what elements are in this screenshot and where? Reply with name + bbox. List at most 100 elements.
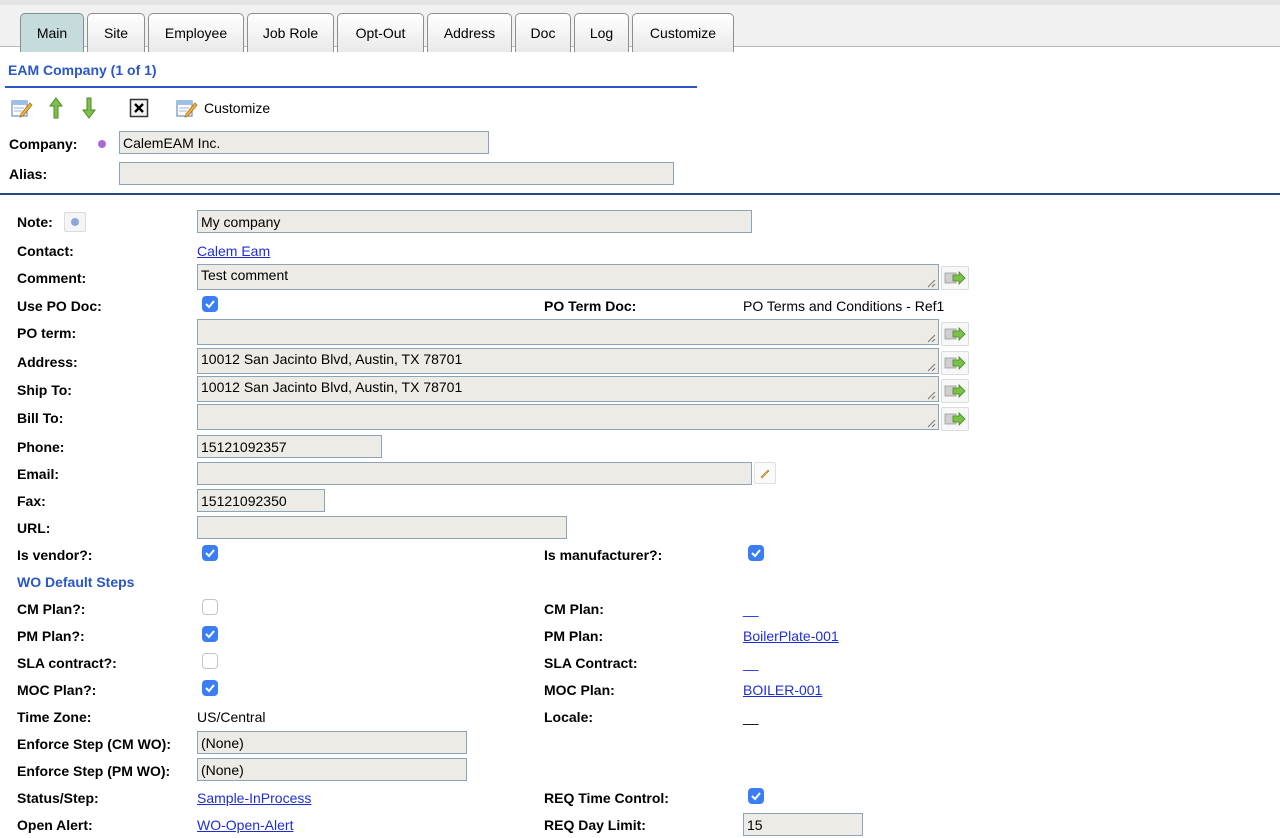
po-term-go-button[interactable] [941,322,969,346]
po-term-textarea[interactable] [197,319,939,345]
ship-to-go-button[interactable] [941,379,969,403]
tab-label: Customize [649,25,717,41]
email-input[interactable] [197,462,752,485]
note-info-button[interactable] [64,212,86,232]
tab-employee[interactable]: Employee [148,13,244,52]
forward-arrow-icon [944,412,966,426]
ship-to-textarea[interactable]: 10012 San Jacinto Blvd, Austin, TX 78701 [197,376,939,402]
required-dot-icon [98,140,106,148]
alias-input[interactable] [119,162,674,185]
is-manufacturer-checkbox[interactable] [748,545,764,561]
bill-to-textarea[interactable] [197,404,939,430]
next-record-button[interactable] [78,96,100,120]
edit-button[interactable] [9,96,35,120]
forward-arrow-icon [944,384,966,398]
moc-plan-link[interactable]: BOILER-001 [743,682,822,698]
bill-to-label: Bill To: [17,410,64,426]
comment-go-button[interactable] [941,266,969,290]
note-input[interactable] [197,210,752,233]
phone-input[interactable] [197,435,382,458]
address-label: Address: [17,354,78,370]
previous-record-button[interactable] [45,96,67,120]
tab-label: Employee [164,25,228,41]
enforce-cm-input[interactable] [197,731,467,754]
comment-textarea[interactable]: Test comment [197,264,939,290]
use-po-doc-checkbox[interactable] [202,296,218,312]
sla-contract-checkbox[interactable] [202,653,218,669]
status-step-link[interactable]: Sample-InProcess [197,790,311,806]
contact-label: Contact: [17,243,74,259]
is-manufacturer-label: Is manufacturer?: [544,547,663,563]
tab-log[interactable]: Log [574,13,629,52]
customize-button[interactable]: Customize [176,96,280,120]
is-vendor-checkbox[interactable] [202,545,218,561]
po-term-doc-label: PO Term Doc: [544,298,637,314]
company-label: Company: [9,136,78,152]
tab-bar: Main Site Employee Job Role Opt-Out Addr… [0,0,1280,52]
tab-doc[interactable]: Doc [515,13,571,52]
tab-customize[interactable]: Customize [632,13,734,52]
req-time-control-label: REQ Time Control: [544,790,669,806]
pm-plan-checkbox[interactable] [202,626,218,642]
cm-plan-link[interactable]: __ [743,601,759,617]
delete-button[interactable] [127,96,151,120]
arrow-up-icon [49,97,63,119]
moc-plan-checkbox[interactable] [202,680,218,696]
url-input[interactable] [197,516,567,539]
resize-grip-icon [927,391,936,400]
title-underline [5,86,697,88]
email-compose-button[interactable] [754,462,776,484]
edit-icon [11,100,33,118]
checkmark-icon [205,630,215,639]
po-term-doc-value: PO Terms and Conditions - Ref1 [743,298,945,314]
checkmark-icon [205,300,215,309]
moc-flag-label: MOC Plan?: [17,682,97,698]
pm-plan-link[interactable]: BoilerPlate-001 [743,628,839,644]
tab-label: Address [443,25,496,41]
resize-grip-icon [927,334,936,343]
enforce-pm-input[interactable] [197,758,467,781]
tab-main[interactable]: Main [20,13,84,52]
fax-label: Fax: [17,493,46,509]
use-po-doc-label: Use PO Doc: [17,298,102,314]
contact-link[interactable]: Calem Eam [197,243,270,259]
company-input[interactable] [119,131,489,154]
address-go-button[interactable] [941,351,969,375]
open-alert-label: Open Alert: [17,817,93,833]
moc-plan-label: MOC Plan: [544,682,615,698]
cm-plan-label: CM Plan: [544,601,604,617]
phone-label: Phone: [17,439,65,455]
checkmark-icon [751,549,761,558]
tab-site[interactable]: Site [87,13,145,52]
forward-arrow-icon [944,327,966,341]
open-alert-link[interactable]: WO-Open-Alert [197,817,293,833]
pm-plan-flag-label: PM Plan?: [17,628,85,644]
alias-label: Alias: [9,166,48,182]
enforce-pm-label: Enforce Step (PM WO): [17,763,171,779]
address-textarea[interactable]: 10012 San Jacinto Blvd, Austin, TX 78701 [197,348,939,374]
req-day-limit-input[interactable] [743,813,863,836]
bill-to-go-button[interactable] [941,407,969,431]
checkmark-icon [205,549,215,558]
tab-address[interactable]: Address [427,13,512,52]
tab-opt-out[interactable]: Opt-Out [337,13,424,52]
checkmark-icon [751,792,761,801]
resize-grip-icon [927,419,936,428]
record-title: EAM Company (1 of 1) [8,62,157,78]
cm-plan-checkbox[interactable] [202,599,218,615]
arrow-down-icon [82,97,96,119]
req-time-control-checkbox[interactable] [748,788,764,804]
sla-contract-link[interactable]: __ [743,655,759,671]
locale-label: Locale: [544,709,594,725]
fax-input[interactable] [197,489,325,512]
tab-job-role[interactable]: Job Role [247,13,334,52]
tab-label: Site [103,25,129,41]
is-vendor-label: Is vendor?: [17,547,93,563]
section-divider [0,193,1280,195]
customize-label: Customize [204,100,271,116]
tab-label: Opt-Out [355,25,406,41]
forward-arrow-icon [944,356,966,370]
comment-label: Comment: [17,270,87,286]
tab-label: Main [36,25,68,41]
resize-grip-icon [927,363,936,372]
